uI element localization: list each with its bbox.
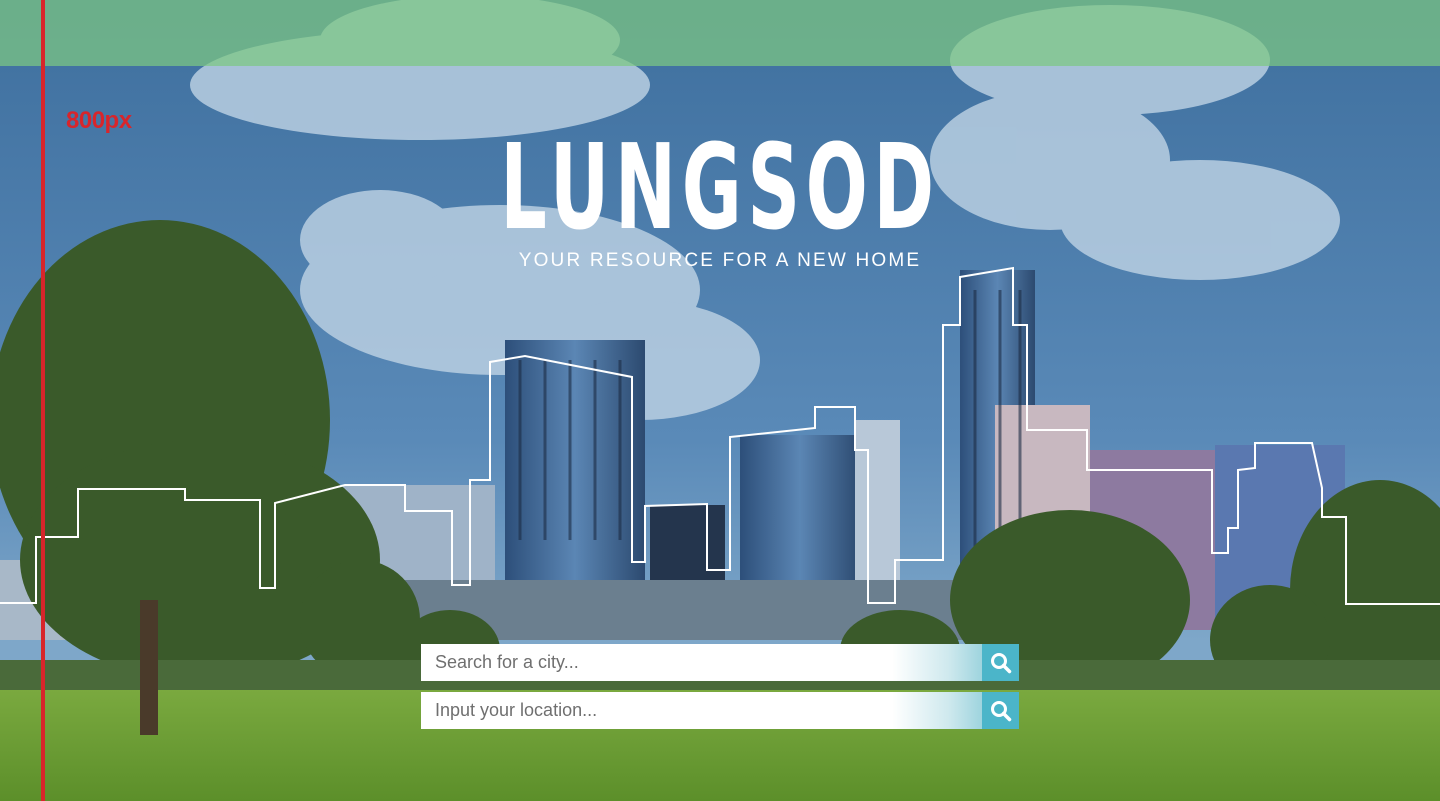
location-search-input[interactable] [421,692,982,729]
search-icon [990,652,1011,673]
top-overlay-band [0,0,1440,66]
search-icon [990,700,1011,721]
width-guide-line [41,0,45,801]
city-search-bar [421,644,1019,681]
location-search-button[interactable] [982,692,1019,729]
brand-logo: LUNGSOD [500,118,940,256]
tagline: YOUR RESOURCE FOR A NEW HOME [518,250,922,271]
city-search-input[interactable] [421,644,982,681]
location-search-bar [421,692,1019,729]
width-guide-label: 800px [66,107,132,134]
city-search-button[interactable] [982,644,1019,681]
